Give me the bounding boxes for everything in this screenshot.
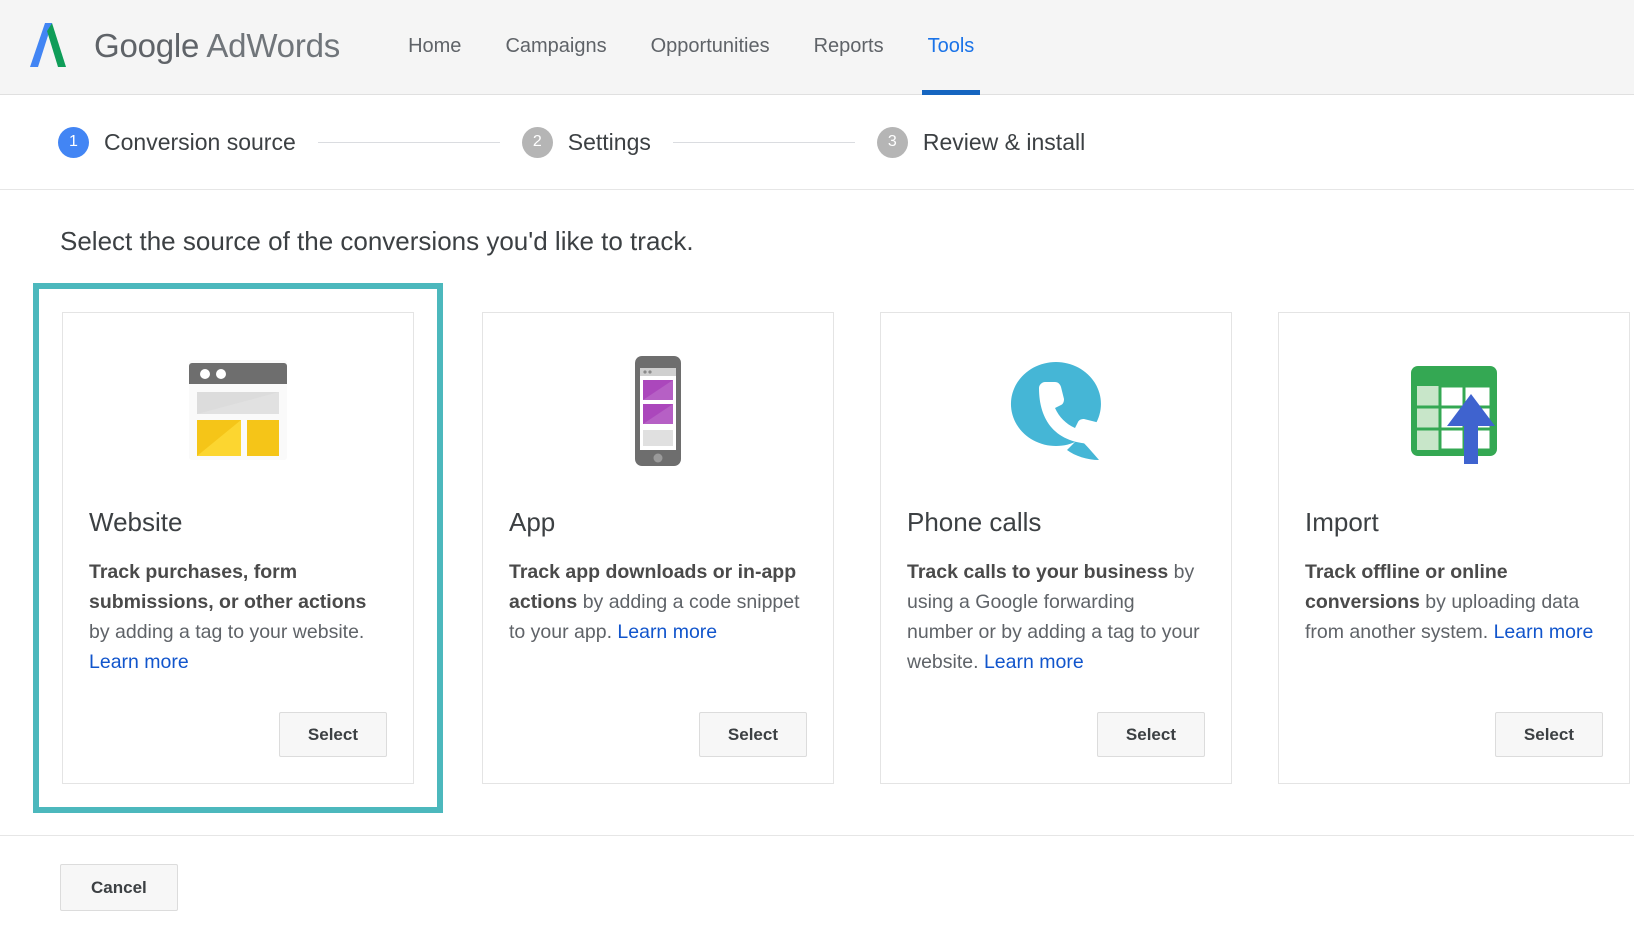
step-connector-1 xyxy=(318,142,500,143)
step-review-install[interactable]: 3 Review & install xyxy=(877,127,1085,158)
main-content: Select the source of the conversions you… xyxy=(0,190,1634,911)
card-app[interactable]: App Track app downloads or in-app action… xyxy=(482,312,834,784)
step-connector-2 xyxy=(673,142,855,143)
card-desc-bold-website: Track purchases, form submissions, or ot… xyxy=(89,561,366,613)
select-button-import[interactable]: Select xyxy=(1495,712,1603,757)
top-navigation-bar: Google AdWords Home Campaigns Opportunit… xyxy=(0,0,1634,95)
card-title-website: Website xyxy=(89,509,387,535)
nav-item-reports[interactable]: Reports xyxy=(792,0,906,95)
brand-name-adwords: AdWords xyxy=(199,27,340,64)
main-nav: Home Campaigns Opportunities Reports Too… xyxy=(386,0,996,95)
brand-logo-group[interactable]: Google AdWords xyxy=(28,0,340,92)
step-label-1: Conversion source xyxy=(104,129,296,156)
card-phone-calls[interactable]: Phone calls Track calls to your business… xyxy=(880,312,1232,784)
card-description-import: Track offline or online conversions by u… xyxy=(1305,557,1603,647)
card-footer-website: Select xyxy=(89,712,387,783)
mobile-phone-icon xyxy=(509,313,807,509)
select-button-website[interactable]: Select xyxy=(279,712,387,757)
browser-window-icon xyxy=(89,313,387,509)
step-number-badge-1: 1 xyxy=(58,127,89,158)
cancel-button[interactable]: Cancel xyxy=(60,864,178,911)
page-title: Select the source of the conversions you… xyxy=(0,190,1634,257)
select-button-phone-calls[interactable]: Select xyxy=(1097,712,1205,757)
step-label-3: Review & install xyxy=(923,129,1085,156)
learn-more-link-app[interactable]: Learn more xyxy=(617,621,717,643)
step-number-badge-2: 2 xyxy=(522,127,553,158)
card-description-app: Track app downloads or in-app actions by… xyxy=(509,557,807,647)
card-description-phone-calls: Track calls to your business by using a … xyxy=(907,557,1205,677)
learn-more-link-import[interactable]: Learn more xyxy=(1494,621,1594,643)
card-phone-calls-wrap: Phone calls Track calls to your business… xyxy=(857,283,1255,807)
card-website-selection-outline[interactable]: Website Track purchases, form submission… xyxy=(33,283,443,813)
card-import[interactable]: Import Track offline or online conversio… xyxy=(1278,312,1630,784)
nav-item-tools[interactable]: Tools xyxy=(906,0,997,95)
adwords-logo-icon xyxy=(28,21,94,71)
select-button-app[interactable]: Select xyxy=(699,712,807,757)
page-footer: Cancel xyxy=(0,835,1634,911)
card-title-phone-calls: Phone calls xyxy=(907,509,1205,535)
card-description-website: Track purchases, form submissions, or ot… xyxy=(89,557,387,677)
card-app-wrap: App Track app downloads or in-app action… xyxy=(459,283,857,807)
learn-more-link-website[interactable]: Learn more xyxy=(89,651,189,673)
learn-more-link-phone-calls[interactable]: Learn more xyxy=(984,651,1084,673)
progress-stepper: 1 Conversion source 2 Settings 3 Review … xyxy=(0,95,1634,190)
page-root: Google AdWords Home Campaigns Opportunit… xyxy=(0,0,1634,947)
phone-bubble-icon xyxy=(907,313,1205,509)
spreadsheet-upload-icon xyxy=(1305,313,1603,509)
step-number-badge-3: 3 xyxy=(877,127,908,158)
nav-item-home[interactable]: Home xyxy=(386,0,483,95)
step-conversion-source[interactable]: 1 Conversion source xyxy=(58,127,296,158)
brand-name-google: Google xyxy=(94,27,199,64)
nav-item-campaigns[interactable]: Campaigns xyxy=(483,0,628,95)
card-website[interactable]: Website Track purchases, form submission… xyxy=(62,312,414,784)
card-title-app: App xyxy=(509,509,807,535)
step-label-2: Settings xyxy=(568,129,651,156)
card-title-import: Import xyxy=(1305,509,1603,535)
conversion-source-card-list: Website Track purchases, form submission… xyxy=(0,257,1634,813)
step-settings[interactable]: 2 Settings xyxy=(522,127,651,158)
card-import-wrap: Import Track offline or online conversio… xyxy=(1255,283,1634,807)
card-desc-rest-website: by adding a tag to your website. xyxy=(89,621,364,643)
card-footer-phone-calls: Select xyxy=(907,712,1205,783)
card-footer-import: Select xyxy=(1305,712,1603,783)
nav-item-opportunities[interactable]: Opportunities xyxy=(629,0,792,95)
card-desc-bold-phone-calls: Track calls to your business xyxy=(907,561,1168,583)
card-footer-app: Select xyxy=(509,712,807,783)
brand-name: Google AdWords xyxy=(94,27,340,65)
